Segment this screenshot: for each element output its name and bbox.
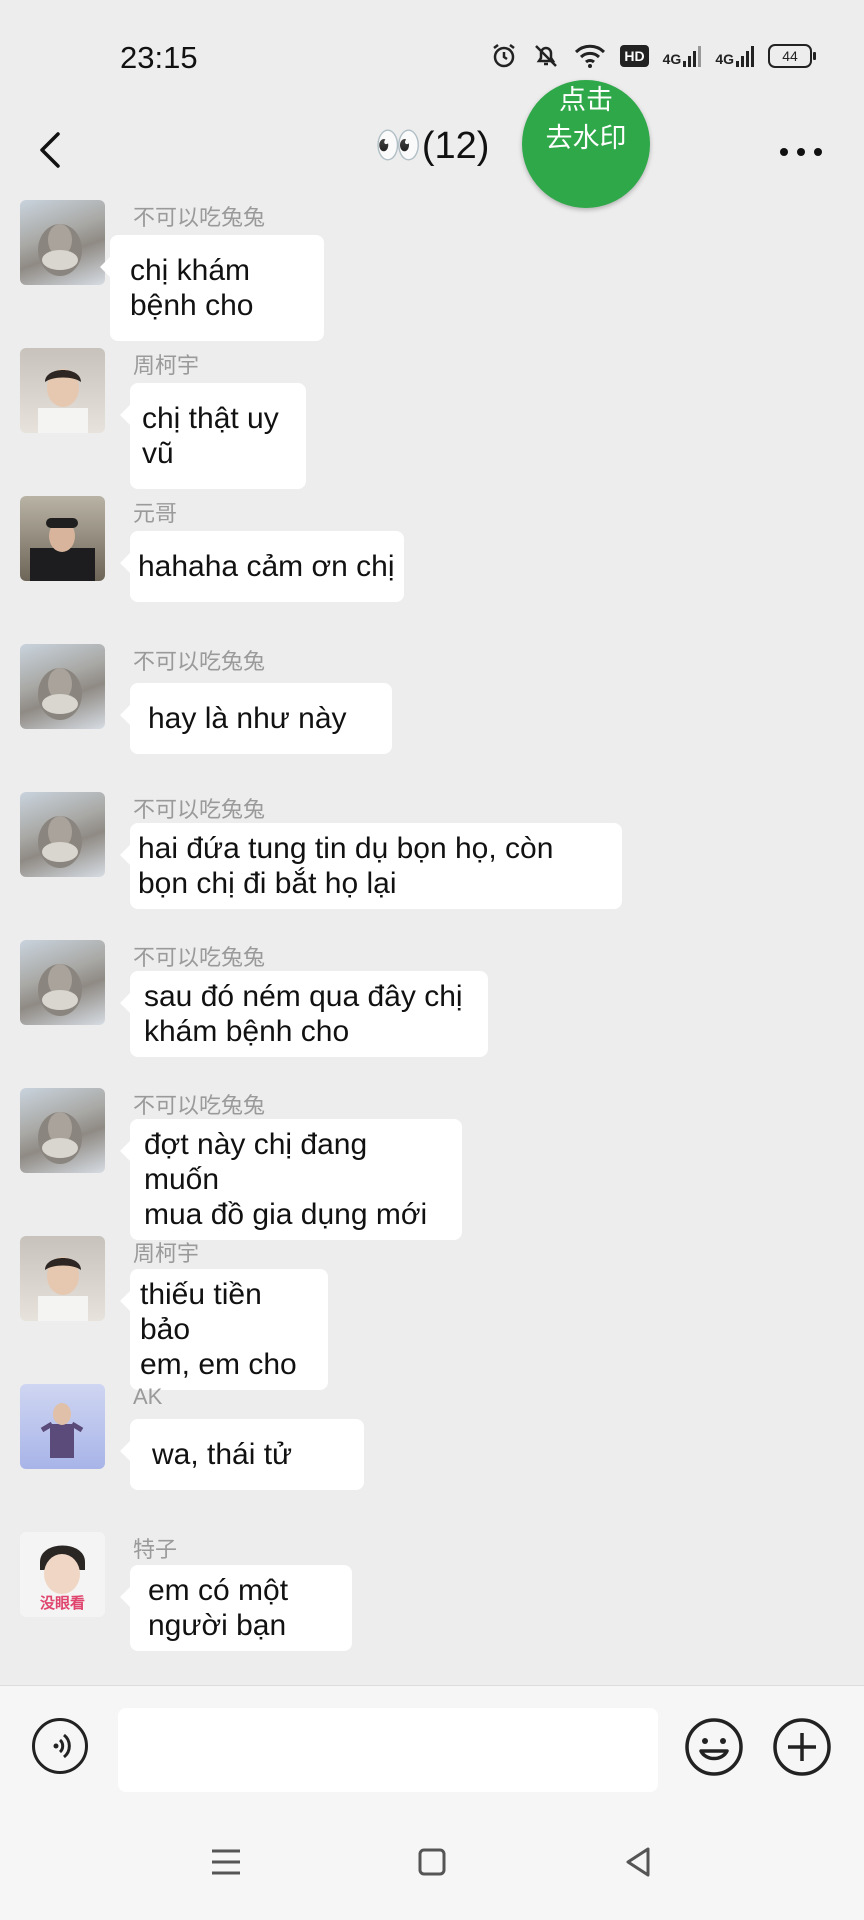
avatar-person[interactable] [20, 496, 105, 581]
sender-name: 不可以吃兔兔 [133, 1093, 266, 1118]
message-input[interactable] [118, 1708, 658, 1792]
message-item: 不可以吃兔兔 hai đứa tung tin dụ bọn họ, còn b… [0, 787, 864, 932]
network-type: 4G [662, 51, 682, 67]
status-bar: 23:15 HD 4G 4G 44 [0, 0, 864, 110]
message-item: 周柯宇 chị thật uy vũ [0, 343, 864, 489]
more-dots-icon [780, 148, 822, 156]
message-item: 不可以吃兔兔 sau đó ném qua đây chị khám bệnh … [0, 935, 864, 1080]
alarm-icon [490, 42, 518, 70]
chat-header: 👀(12) [0, 110, 864, 195]
sender-name: 不可以吃兔兔 [133, 797, 266, 822]
message-item: 元哥 hahaha cảm ơn chị [0, 491, 864, 636]
remove-watermark-button[interactable]: 点击 去水印 [522, 80, 650, 208]
back-nav-button[interactable] [618, 1842, 658, 1882]
home-icon [418, 1848, 446, 1876]
signal-1-icon: 4G [663, 45, 702, 67]
sender-name: 元哥 [133, 501, 178, 526]
message-bubble[interactable]: thiếu tiền bảo em, em cho [120, 1269, 328, 1390]
sender-name: AK [133, 1384, 163, 1409]
avatar-cat[interactable] [20, 200, 105, 285]
mute-bell-icon [532, 42, 560, 70]
home-button[interactable] [412, 1842, 452, 1882]
status-icons: HD 4G 4G 44 [490, 42, 816, 70]
message-bubble[interactable]: sau đó ném qua đây chị khám bệnh cho [120, 971, 488, 1057]
avatar-person[interactable] [20, 348, 105, 433]
watermark-line-1: 点击 [559, 85, 613, 115]
system-nav-bar [0, 1810, 864, 1920]
menu-button[interactable] [206, 1842, 246, 1882]
message-item: 没眼看 特子 em có một người bạn [0, 1527, 864, 1677]
message-bubble[interactable]: em có một người bạn [120, 1565, 352, 1651]
avatar-caption: 没眼看 [39, 1595, 85, 1612]
emoji-button[interactable] [683, 1716, 745, 1778]
message-bubble[interactable]: hay là như này [120, 683, 392, 754]
message-list[interactable]: 不可以吃兔兔 chị khám bệnh cho 周柯宇 chị thật uy… [0, 195, 864, 1685]
message-item: AK wa, thái tử [0, 1379, 864, 1524]
sender-name: 特子 [133, 1537, 178, 1562]
avatar-sticker[interactable]: 没眼看 [20, 1532, 105, 1617]
sender-name: 不可以吃兔兔 [133, 945, 266, 970]
avatar-cat[interactable] [20, 792, 105, 877]
wifi-icon [574, 43, 606, 69]
avatar-cat[interactable] [20, 644, 105, 729]
emoji-icon [685, 1718, 743, 1776]
avatar-cat[interactable] [20, 940, 105, 1025]
battery-icon: 44 [768, 44, 816, 68]
menu-icon [212, 1849, 240, 1875]
voice-button[interactable] [32, 1718, 88, 1774]
back-triangle-icon [626, 1847, 650, 1877]
status-time: 23:15 [120, 40, 198, 75]
chat-title: 👀(12) [374, 125, 490, 167]
message-bubble[interactable]: wa, thái tử [120, 1419, 364, 1490]
plus-button[interactable] [771, 1716, 833, 1778]
more-button[interactable] [776, 132, 826, 172]
message-bubble[interactable]: hahaha cảm ơn chị [120, 531, 404, 602]
sender-name: 周柯宇 [133, 1241, 200, 1266]
message-bubble[interactable]: đợt này chị đang muốn mua đồ gia dụng mớ… [120, 1119, 462, 1240]
sender-name: 不可以吃兔兔 [133, 205, 266, 230]
voice-icon [53, 1733, 71, 1759]
message-item: 周柯宇 thiếu tiền bảo em, em cho [0, 1231, 864, 1390]
sender-name: 周柯宇 [133, 353, 200, 378]
input-bar [0, 1685, 864, 1811]
avatar-person[interactable] [20, 1384, 105, 1469]
network-type-2: 4G [715, 51, 734, 67]
message-item: 不可以吃兔兔 hay là như này [0, 639, 864, 784]
message-bubble[interactable]: hai đứa tung tin dụ bọn họ, còn bọn chị … [120, 823, 622, 909]
avatar-cat[interactable] [20, 1088, 105, 1173]
sender-name: 不可以吃兔兔 [133, 649, 266, 674]
message-bubble[interactable]: chị thật uy vũ [120, 383, 306, 489]
message-bubble[interactable]: chị khám bệnh cho [100, 235, 324, 341]
plus-icon [773, 1718, 831, 1776]
hd-badge: HD [620, 45, 649, 67]
watermark-line-2: 去水印 [545, 123, 627, 153]
battery-level: 44 [782, 48, 798, 64]
signal-2-icon: 4G [715, 45, 754, 67]
message-item: 不可以吃兔兔 đợt này chị đang muốn mua đồ gia … [0, 1083, 864, 1240]
avatar-person[interactable] [20, 1236, 105, 1321]
message-item: 不可以吃兔兔 chị khám bệnh cho [0, 195, 864, 341]
